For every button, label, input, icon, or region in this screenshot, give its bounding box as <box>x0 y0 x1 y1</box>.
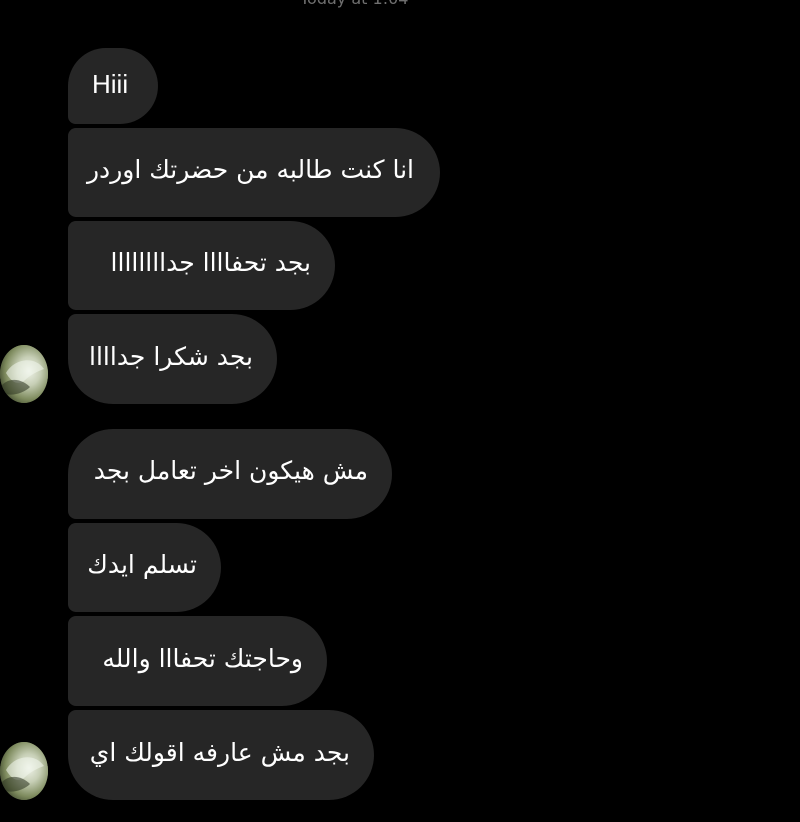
message-bubble[interactable]: بجد مش عارفه اقولك اي <box>68 710 374 800</box>
avatar[interactable] <box>0 742 48 800</box>
avatar[interactable] <box>0 345 48 403</box>
message-text: بجد شكرا جداااا <box>89 342 253 371</box>
message-text: بجد مش عارفه اقولك اي <box>89 738 350 767</box>
message-bubble[interactable]: بجد شكرا جداااا <box>68 314 277 404</box>
message-text: بجد تحفاااا جداااااااا <box>110 248 311 277</box>
profile-avatar-icon <box>0 345 48 403</box>
message-bubble[interactable]: مش هيكون اخر تعامل بجد <box>68 429 392 519</box>
message-text: انا كنت طالبه من حضرتك اوردر <box>86 155 414 184</box>
message-bubble[interactable]: Hiii <box>68 48 158 124</box>
chat-top-status: Today at 1:04 <box>300 0 460 8</box>
message-text: وحاجتك تحفااا والله <box>102 644 303 673</box>
message-text: تسلم ايدك <box>87 550 197 579</box>
profile-avatar-icon <box>0 742 48 800</box>
message-bubble[interactable]: وحاجتك تحفااا والله <box>68 616 327 706</box>
message-text: Hiii <box>92 69 129 99</box>
message-bubble[interactable]: تسلم ايدك <box>68 523 221 612</box>
message-bubble[interactable]: انا كنت طالبه من حضرتك اوردر <box>68 128 440 217</box>
message-bubble[interactable]: بجد تحفاااا جداااااااا <box>68 221 335 310</box>
message-text: مش هيكون اخر تعامل بجد <box>93 456 368 485</box>
